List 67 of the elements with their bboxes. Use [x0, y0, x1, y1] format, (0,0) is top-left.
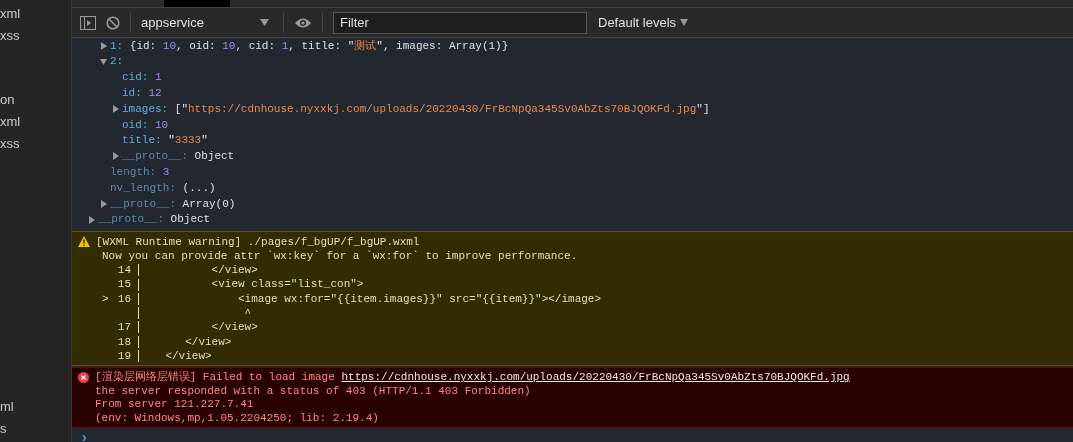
file-name[interactable]: xml: [0, 111, 71, 133]
collapsed-triangle-icon[interactable]: [112, 152, 119, 161]
property-value: {id: 10, oid: 10, cid: 1, title: "测试", images: Array(1)}: [129, 38, 509, 54]
property-key: __proto__:: [110, 195, 176, 213]
collapsed-triangle-icon[interactable]: [112, 105, 119, 114]
property-key: 1:: [110, 37, 124, 55]
error-detail: the server responded with a status of 403 (HTTP/1.1 403 Forbidden): [94, 384, 532, 399]
clear-icon[interactable]: [106, 15, 120, 30]
warning-title: [WXML Runtime warning] ./pages/f_bgUP/f_bgUP.wxml: [96, 234, 420, 249]
error-icon: [78, 372, 89, 384]
code-line: <image wx:for="{{item.images}}" src="{{item}}"></image>: [237, 291, 602, 307]
property-key: __proto__:: [98, 211, 164, 228]
property-value: 12: [148, 86, 162, 102]
expanded-triangle-icon[interactable]: [100, 57, 107, 66]
file-name[interactable]: xss: [0, 25, 71, 47]
line-number: 18: [117, 335, 131, 348]
caret-icon: [680, 19, 689, 26]
file-name[interactable]: ml: [0, 396, 71, 418]
property-value: 1: [155, 70, 162, 86]
collapsed-triangle-icon[interactable]: [100, 41, 107, 50]
code-line: ^: [243, 306, 252, 321]
property-value: Object: [170, 212, 211, 228]
property-value: Object: [194, 149, 235, 165]
code-line: </view>: [164, 348, 212, 364]
line-number: 14: [117, 264, 131, 277]
code-line: </view>: [210, 263, 258, 278]
file-name[interactable]: xml: [0, 3, 71, 25]
file-name[interactable]: s: [0, 418, 71, 440]
error-detail: (env: Windows,mp,1.05.2204250; lib: 2.19.4): [94, 411, 380, 426]
context-select[interactable]: appservice: [141, 12, 273, 33]
line-number: 15: [117, 278, 131, 291]
line-number: 16: [117, 292, 131, 305]
error-text: Failed to load image: [201, 371, 336, 385]
property-key: id:: [122, 85, 142, 102]
property-value: ["https://cdnhouse.nyxxkj.com/uploads/20220430/FrBcNpQa345Sv0AbZts70BJQOKFd.jpg"]: [174, 101, 710, 117]
sidebar-toggle-icon[interactable]: [80, 15, 96, 30]
image-url-link[interactable]: https://cdnhouse.nyxxkj.com/uploads/20220430/FrBcNpQa345Sv0AbZts70BJQOKFd.jpg: [341, 371, 850, 385]
code-line: </view>: [184, 334, 232, 349]
property-key: images:: [122, 100, 169, 118]
code-line: </view>: [210, 320, 258, 335]
caret-icon: [260, 19, 269, 26]
property-value: "3333": [168, 133, 208, 149]
prompt-chevron[interactable]: ›: [80, 428, 89, 442]
property-value: 3: [162, 165, 170, 181]
property-key: oid:: [122, 116, 149, 134]
warning-icon: [78, 236, 90, 248]
code-line: <view class="list_con">: [210, 277, 364, 292]
property-key: length:: [110, 164, 157, 181]
property-value: (...): [182, 180, 216, 196]
log-levels-dropdown[interactable]: Default levels: [598, 12, 689, 33]
eye-icon[interactable]: [294, 16, 312, 29]
property-key: __proto__:: [122, 148, 188, 165]
error-source: [渲染层网络层错误]: [95, 371, 197, 385]
property-key: 2:: [110, 53, 124, 70]
file-name[interactable]: xss: [0, 133, 71, 155]
error-detail: From server 121.227.7.41: [94, 398, 255, 412]
line-marker: >: [102, 292, 109, 305]
filter-field[interactable]: Filter: [333, 11, 587, 34]
line-number: 19: [117, 349, 131, 362]
property-key: title:: [122, 132, 162, 149]
file-name[interactable]: on: [0, 89, 71, 111]
property-key: cid:: [122, 69, 149, 86]
line-number: 17: [117, 321, 131, 334]
property-key: nv_length:: [110, 179, 176, 197]
warning-text: Now you can provide attr `wx:key` for a `wx:for` to improve performance.: [101, 248, 579, 264]
property-value: 10: [155, 117, 169, 133]
property-value: Array(0): [182, 196, 236, 212]
